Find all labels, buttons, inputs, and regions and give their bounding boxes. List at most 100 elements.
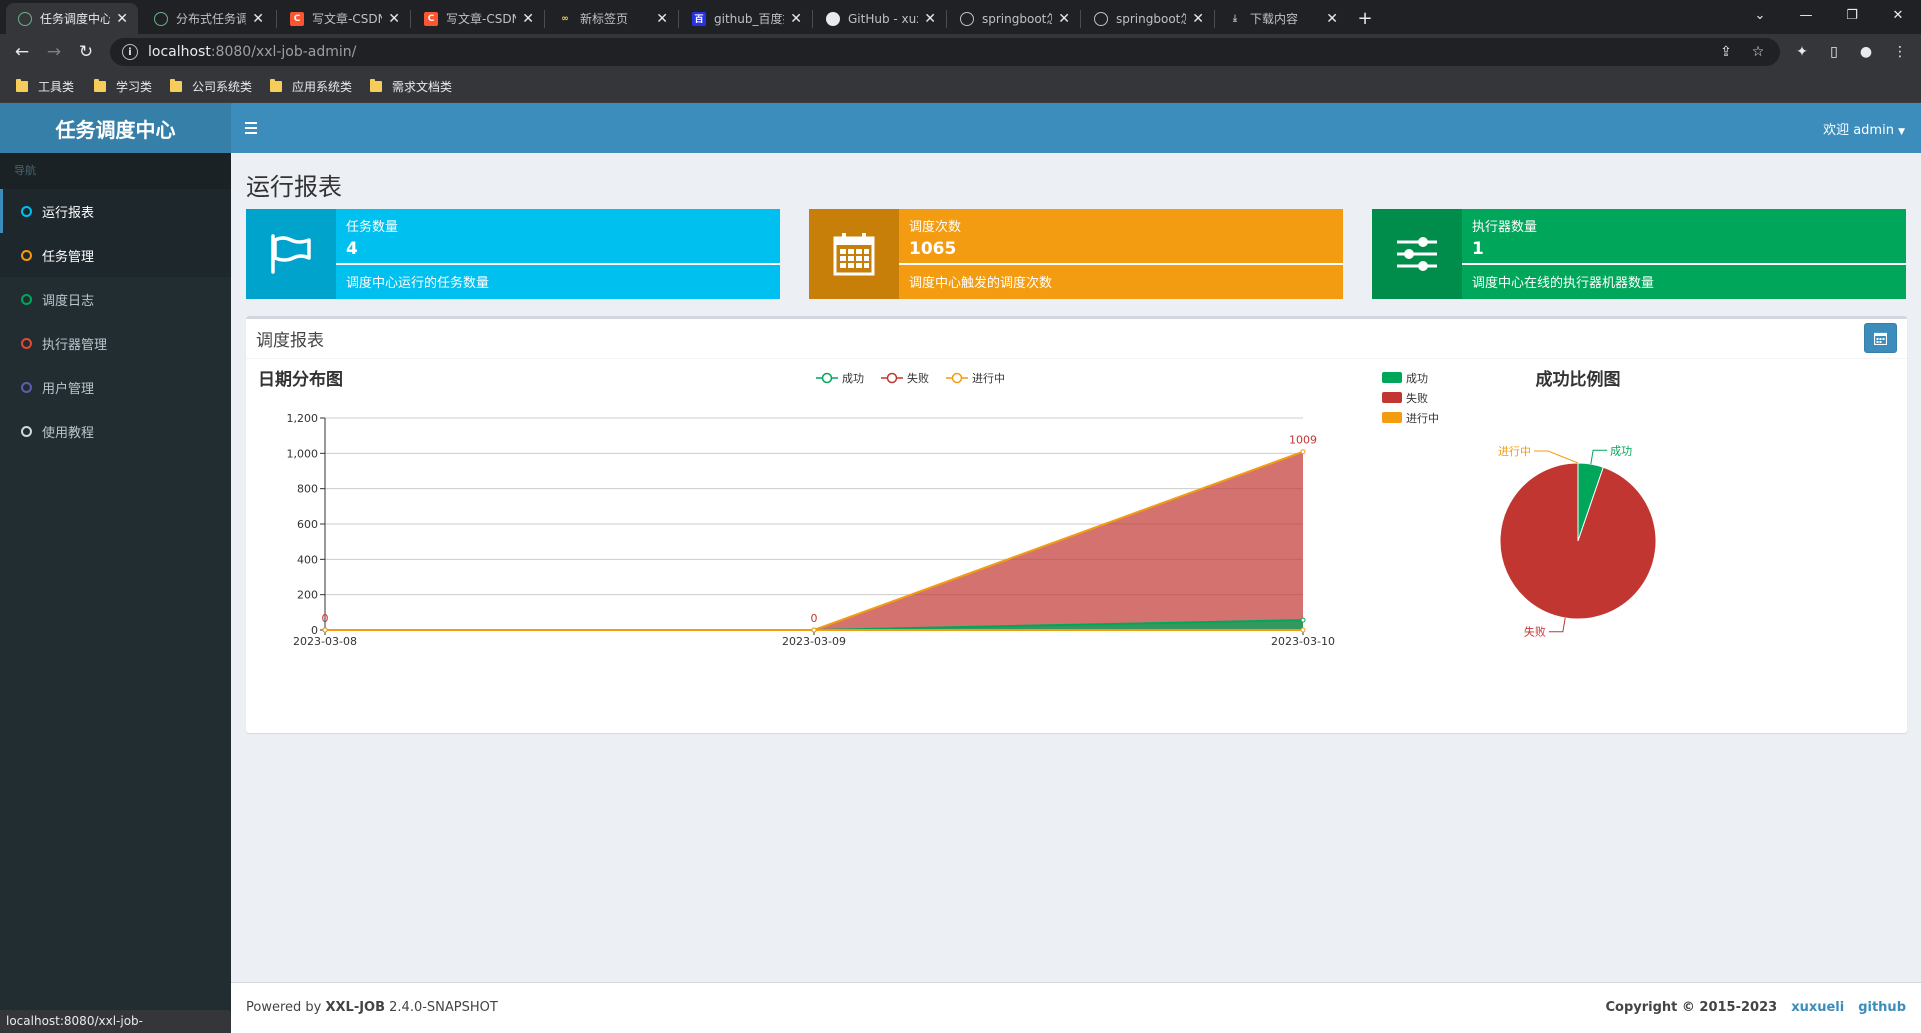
browser-tab[interactable]: ⤓ 下载内容 ✕ xyxy=(1216,3,1348,34)
back-icon[interactable]: ← xyxy=(10,40,34,64)
chart-title: 成功比例图 xyxy=(1536,369,1621,390)
reload-icon[interactable]: ↻ xyxy=(74,40,98,64)
info-box-number: 1065 xyxy=(909,239,957,259)
y-tick-label: 1,000 xyxy=(287,447,319,460)
globe-icon xyxy=(1094,11,1108,26)
series-area xyxy=(325,451,1303,630)
new-tab-icon[interactable]: + xyxy=(1350,3,1380,33)
browser-tab[interactable]: C 写文章-CSDN创作中心 ✕ xyxy=(278,3,410,34)
info-box: 执行器数量 1 调度中心在线的执行器机器数量 xyxy=(1372,209,1906,299)
browser-tab[interactable]: ∞ 新标签页 ✕ xyxy=(546,3,678,34)
bookmark-label: 公司系统类 xyxy=(192,80,253,94)
legend-label: 进行中 xyxy=(972,372,1005,385)
url-host: localhost xyxy=(148,44,211,60)
browser-tab[interactable]: C 写文章-CSDN创作中心 ✕ xyxy=(412,3,544,34)
y-tick-label: 400 xyxy=(297,553,318,566)
browser-tab[interactable]: springboot怎么在 ✕ xyxy=(1082,3,1214,34)
tab-close-icon[interactable]: ✕ xyxy=(116,11,128,27)
browser-tab[interactable]: 任务调度中心 ✕ xyxy=(6,3,138,34)
sidebar-item[interactable]: 使用教程 xyxy=(0,409,231,453)
nav-header: 导航 xyxy=(0,153,231,189)
site-info-icon[interactable]: i xyxy=(122,44,138,60)
bookmark-folder[interactable]: 需求文档类 xyxy=(370,78,452,95)
legend-swatch xyxy=(1382,412,1402,423)
tab-title: springboot怎么在 xyxy=(982,12,1052,26)
browser-tab[interactable]: 百 github_百度搜索 ✕ xyxy=(680,3,812,34)
profile-icon[interactable]: ● xyxy=(1854,40,1878,64)
address-bar[interactable]: i localhost:8080/xxl-job-admin/ ⇪ ☆ xyxy=(110,38,1780,66)
tab-close-icon[interactable]: ✕ xyxy=(924,11,936,27)
tab-close-icon[interactable]: ✕ xyxy=(1326,11,1338,27)
bookmark-label: 学习类 xyxy=(116,80,153,94)
report-box: 调度报表 日期分布图 0 200 400 600 800 1,000 1,200 2023-03… xyxy=(246,316,1907,733)
legend-marker xyxy=(951,372,963,384)
x-tick-label: 2023-03-09 xyxy=(782,635,846,648)
calendar-icon xyxy=(1874,332,1887,345)
sidebar-item[interactable]: 用户管理 xyxy=(0,365,231,409)
slice-label: 失败 xyxy=(1524,625,1546,639)
sidebar-item-label: 任务管理 xyxy=(42,249,95,265)
csdn-icon: C xyxy=(290,11,304,26)
tab-close-icon[interactable]: ✕ xyxy=(388,11,400,27)
sidebar-item-label: 调度日志 xyxy=(42,293,95,309)
tab-close-icon[interactable]: ✕ xyxy=(252,11,264,27)
user-menu[interactable]: 欢迎 admin ▼ xyxy=(1823,119,1905,138)
download-icon: ⤓ xyxy=(1233,13,1237,24)
extensions-icon[interactable]: ✦ xyxy=(1790,40,1814,64)
app-logo[interactable]: 任务调度中心 xyxy=(0,103,231,153)
tab-separator xyxy=(812,10,813,28)
bookmark-folder[interactable]: 工具类 xyxy=(16,78,74,95)
browser-tab[interactable]: 分布式任务调度平台 ✕ xyxy=(142,3,274,34)
page-title: 运行报表 xyxy=(246,173,342,201)
tab-close-icon[interactable]: ✕ xyxy=(656,11,668,27)
circle-icon xyxy=(21,293,32,305)
xxl-icon xyxy=(18,11,32,26)
tab-close-icon[interactable]: ✕ xyxy=(522,11,534,27)
tab-search-icon[interactable]: ⌄ xyxy=(1737,0,1783,30)
bookmark-star-icon[interactable]: ☆ xyxy=(1744,38,1772,66)
sidebar-item[interactable]: 运行报表 xyxy=(0,189,231,233)
bookmark-folder[interactable]: 公司系统类 xyxy=(170,78,252,95)
sidebar-item-label: 运行报表 xyxy=(42,205,95,221)
info-box: 调度次数 1065 调度中心触发的调度次数 xyxy=(809,209,1343,299)
report-box-title: 调度报表 xyxy=(256,331,324,351)
info-box: 任务数量 4 调度中心运行的任务数量 xyxy=(246,209,780,299)
sidebar-item[interactable]: 调度日志 xyxy=(0,277,231,321)
powered-name: XXL-JOB xyxy=(325,1000,386,1015)
tab-close-icon[interactable]: ✕ xyxy=(1058,11,1070,27)
browser-tab[interactable]: springboot怎么在 ✕ xyxy=(948,3,1080,34)
footer-link-xuxueli[interactable]: xuxueli xyxy=(1791,1000,1844,1015)
tab-title: 新标签页 xyxy=(580,12,629,26)
footer-link-github[interactable]: github xyxy=(1858,1000,1906,1015)
window-close-icon[interactable]: ✕ xyxy=(1875,0,1921,30)
tab-close-icon[interactable]: ✕ xyxy=(1192,11,1204,27)
url-path: :8080/xxl-job-admin/ xyxy=(210,44,357,60)
folder-icon xyxy=(16,79,28,92)
forward-icon[interactable]: → xyxy=(42,40,66,64)
legend-label: 进行中 xyxy=(1406,412,1439,425)
tab-separator xyxy=(946,10,947,28)
sidebar-item[interactable]: 执行器管理 xyxy=(0,321,231,365)
bookmark-folder[interactable]: 学习类 xyxy=(94,78,152,95)
browser-menu-icon[interactable]: ⋮ xyxy=(1888,40,1912,64)
sidebar-item[interactable]: 任务管理 xyxy=(0,233,231,277)
hamburger-menu-icon[interactable] xyxy=(245,118,265,138)
restore-icon[interactable]: ❐ xyxy=(1829,0,1875,30)
browser-tab-bar: 任务调度中心 ✕ 分布式任务调度平台 ✕ C 写文章-CSDN创作中心 ✕ C 写文章-CSDN… xyxy=(0,0,1921,34)
browser-tab[interactable]: GitHub - xuxueli/xxl-job ✕ xyxy=(814,3,946,34)
bookmark-folder[interactable]: 应用系统类 xyxy=(270,78,352,95)
tab-separator xyxy=(1214,10,1215,28)
tab-close-icon[interactable]: ✕ xyxy=(790,11,802,27)
minimize-icon[interactable]: — xyxy=(1783,0,1829,30)
circle-icon xyxy=(21,205,32,217)
info-box-content: 任务数量 4 调度中心运行的任务数量 xyxy=(336,209,780,299)
share-icon[interactable]: ⇪ xyxy=(1712,38,1740,66)
info-box-label: 调度次数 xyxy=(909,220,962,235)
slice-label: 进行中 xyxy=(1498,445,1531,458)
date-range-button[interactable] xyxy=(1864,323,1897,353)
footer-copyright: Copyright © 2015-2023 xuxueli github xyxy=(1605,1000,1906,1015)
xxl-icon xyxy=(154,11,168,26)
tab-title: springboot怎么在 xyxy=(1116,12,1186,26)
slice-label: 成功 xyxy=(1610,444,1632,457)
side-panel-icon[interactable]: ▯ xyxy=(1822,40,1846,64)
